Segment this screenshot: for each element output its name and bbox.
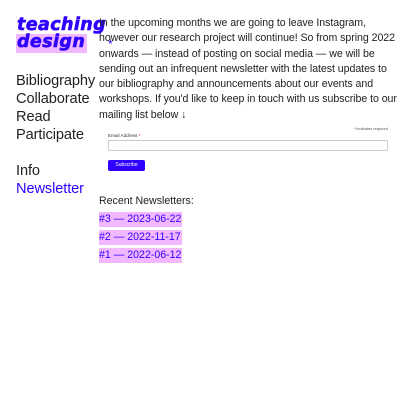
list-item: #1 — 2022-06-12 (99, 245, 194, 263)
nav-item-participate[interactable]: Participate (16, 126, 95, 144)
required-note-text: indicates required (356, 126, 388, 131)
nav-item-bibliography[interactable]: Bibliography (16, 72, 95, 90)
newsletter-link-1[interactable]: #1 — 2022-06-12 (99, 248, 183, 263)
email-label-text: Email Address (108, 133, 138, 138)
list-item: #2 — 2022-11-17 (99, 227, 194, 245)
nav-item-read[interactable]: Read (16, 108, 95, 126)
email-label: Email Address * (108, 133, 140, 138)
list-item: #3 — 2023-06-22 (99, 209, 194, 227)
recent-newsletters-title: Recent Newsletters: (99, 195, 194, 207)
nav-item-info[interactable]: Info (16, 162, 95, 180)
recent-newsletters: Recent Newsletters: #3 — 2023-06-22 #2 —… (99, 194, 194, 263)
subscribe-button[interactable]: Subscribe (108, 160, 145, 171)
required-note: * indicates required (354, 126, 388, 131)
main-navigation: Bibliography Collaborate Read Participat… (16, 72, 95, 198)
nav-item-collaborate[interactable]: Collaborate (16, 90, 95, 108)
logo-word-design: design (16, 32, 88, 53)
newsletter-list: #3 — 2023-06-22 #2 — 2022-11-17 #1 — 202… (99, 209, 194, 263)
email-required-asterisk: * (138, 133, 141, 138)
newsletter-link-3[interactable]: #3 — 2023-06-22 (99, 212, 183, 227)
intro-paragraph: In the upcoming months we are going to l… (99, 17, 397, 121)
newsletter-link-2[interactable]: #2 — 2022-11-17 (99, 230, 182, 245)
nav-item-newsletter[interactable]: Newsletter (16, 180, 95, 198)
email-field[interactable] (108, 140, 388, 151)
subscribe-form: * indicates required Email Address * Sub… (108, 124, 388, 174)
